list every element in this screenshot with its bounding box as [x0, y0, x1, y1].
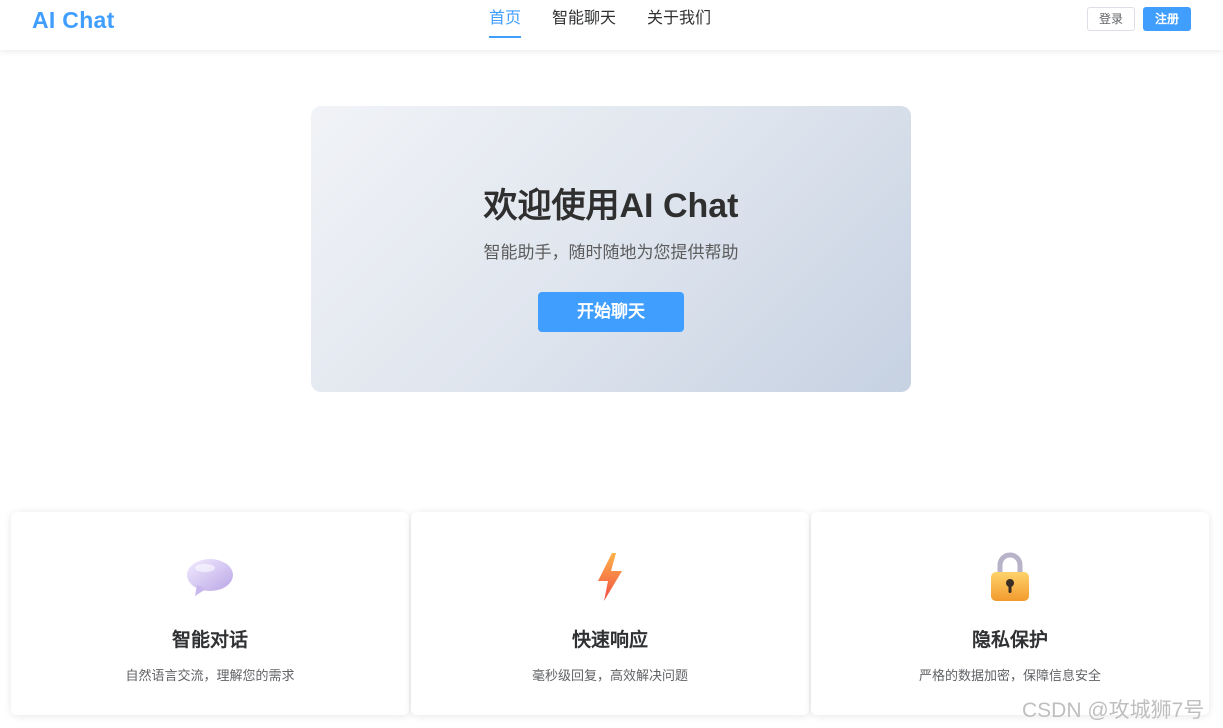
nav-item-home[interactable]: 首页 [489, 0, 522, 50]
nav-item-chat[interactable]: 智能聊天 [552, 0, 616, 50]
hero-banner: 欢迎使用AI Chat 智能助手，随时随地为您提供帮助 开始聊天 [311, 106, 911, 392]
feature-title: 快速响应 [571, 630, 648, 651]
main-nav: 首页 智能聊天 关于我们 [489, 0, 742, 50]
top-header: AI Chat 首页 智能聊天 关于我们 登录 注册 [0, 0, 1223, 50]
feature-desc: 毫秒级回复，高效解决问题 [531, 668, 688, 683]
register-button[interactable]: 注册 [1143, 7, 1191, 31]
feature-desc: 自然语言交流，理解您的需求 [125, 668, 295, 683]
feature-title: 智能对话 [171, 630, 248, 651]
watermark: CSDN @攻城狮7号 [1022, 699, 1205, 722]
feature-card-privacy: 隐私保护 严格的数据加密，保障信息安全 [811, 512, 1209, 715]
start-chat-button[interactable]: 开始聊天 [538, 292, 684, 332]
speech-bubble-icon [11, 552, 409, 602]
feature-desc: 严格的数据加密，保障信息安全 [918, 668, 1101, 683]
lightning-icon [411, 552, 809, 602]
feature-title: 隐私保护 [971, 630, 1048, 651]
feature-card-chat: 智能对话 自然语言交流，理解您的需求 [11, 512, 409, 715]
hero-title: 欢迎使用AI Chat [483, 187, 739, 225]
feature-card-speed: 快速响应 毫秒级回复，高效解决问题 [411, 512, 809, 715]
nav-item-about[interactable]: 关于我们 [647, 0, 711, 50]
login-button[interactable]: 登录 [1087, 7, 1135, 31]
app-logo[interactable]: AI Chat [32, 7, 115, 34]
lock-icon [811, 552, 1209, 602]
hero-subtitle: 智能助手，随时随地为您提供帮助 [483, 243, 739, 262]
